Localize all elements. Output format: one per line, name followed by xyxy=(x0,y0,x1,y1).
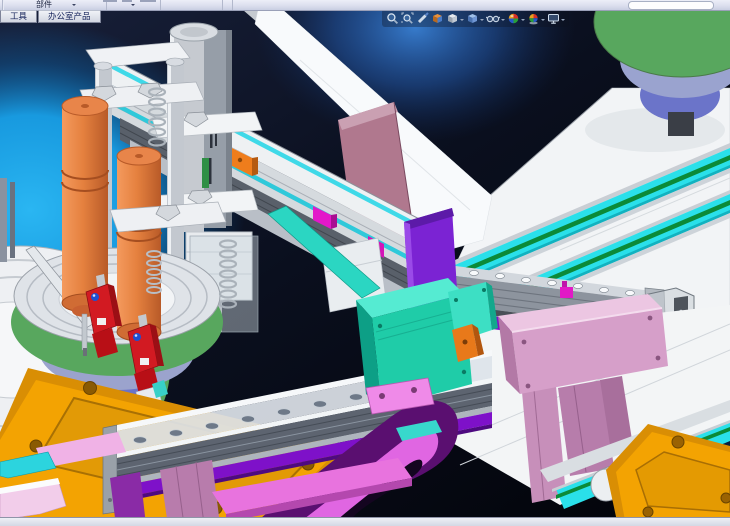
app-window: 部件 工具 办公室产品 xyxy=(0,0,730,526)
clipped-toolbar-text xyxy=(122,0,132,2)
orientation-cube-button[interactable] xyxy=(465,10,485,27)
status-bar xyxy=(0,517,730,526)
view-settings-button[interactable] xyxy=(546,10,566,27)
heads-up-view-toolbar xyxy=(382,9,569,27)
dropdown-caret xyxy=(501,19,505,23)
ribbon-tab-bar: 工具 办公室产品 xyxy=(0,10,101,23)
section-view-icon xyxy=(416,12,429,25)
apply-scene-icon xyxy=(527,12,540,25)
separator xyxy=(222,0,223,10)
view-orientation-button[interactable] xyxy=(430,10,445,27)
edit-appearance-icon xyxy=(507,12,520,25)
orientation-cube-icon xyxy=(466,12,479,25)
apply-scene-button[interactable] xyxy=(526,10,546,27)
zoom-to-area-button[interactable] xyxy=(400,10,415,27)
separator xyxy=(160,0,161,10)
hide-show-items-icon xyxy=(486,12,500,25)
dropdown-caret xyxy=(480,19,484,23)
edit-appearance-button[interactable] xyxy=(506,10,526,27)
separator xyxy=(3,0,4,10)
tab-tools[interactable]: 工具 xyxy=(0,10,37,23)
view-orientation-icon xyxy=(431,12,444,25)
search-box[interactable] xyxy=(628,1,714,10)
dropdown-caret xyxy=(521,19,525,23)
dropdown-caret xyxy=(541,19,545,23)
zoom-to-fit-icon xyxy=(386,12,399,25)
zoom-to-area-icon xyxy=(401,12,414,25)
separator xyxy=(232,0,233,10)
dropdown-caret[interactable] xyxy=(131,4,135,8)
display-style-button[interactable] xyxy=(445,10,465,27)
dropdown-caret xyxy=(561,19,565,23)
command-strip: 部件 xyxy=(0,0,730,11)
dropdown-caret xyxy=(460,19,464,23)
3d-viewport[interactable] xyxy=(0,10,730,517)
section-view-button[interactable] xyxy=(415,10,430,27)
clipped-toolbar-text xyxy=(103,0,117,2)
tab-office-products[interactable]: 办公室产品 xyxy=(38,10,101,23)
dropdown-caret[interactable] xyxy=(72,4,76,8)
view-settings-icon xyxy=(547,12,560,25)
display-style-cube-icon xyxy=(446,12,459,25)
hide-show-items-button[interactable] xyxy=(485,10,506,27)
zoom-to-fit-button[interactable] xyxy=(385,10,400,27)
component-menu-label[interactable]: 部件 xyxy=(36,0,52,10)
clipped-toolbar-text xyxy=(140,0,156,2)
